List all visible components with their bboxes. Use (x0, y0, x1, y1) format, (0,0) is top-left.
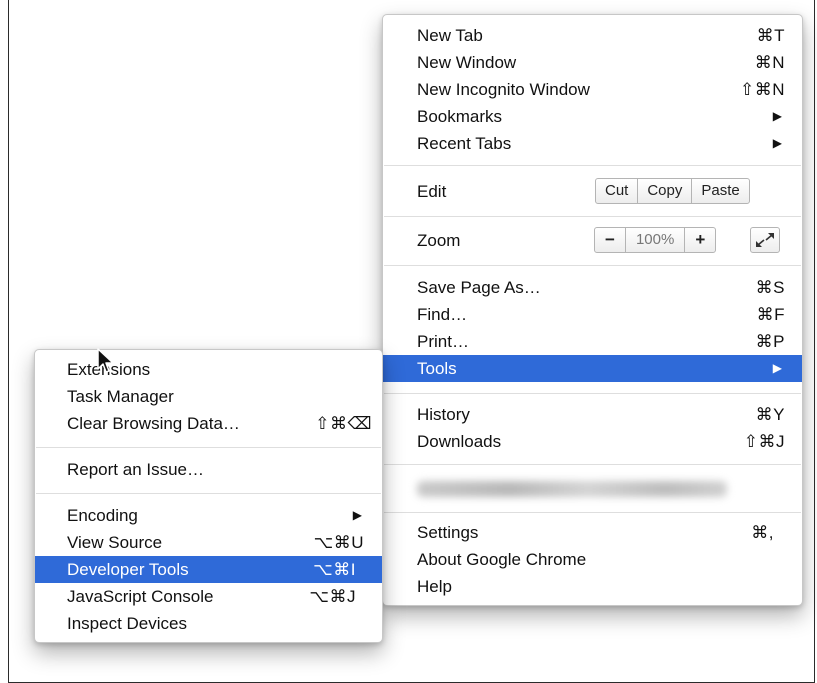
menu-separator (36, 493, 381, 494)
submenu-arrow-icon: ▶ (772, 136, 782, 150)
menu-item-inspect-devices[interactable]: Inspect Devices (35, 610, 382, 637)
menu-item-help[interactable]: Help (383, 573, 802, 600)
menu-item-label: New Window (417, 53, 517, 72)
menu-item-recent-tabs[interactable]: Recent Tabs ▶ (383, 130, 802, 157)
menu-item-label: Help (417, 577, 452, 596)
menu-item-label: Downloads (417, 432, 502, 451)
menu-item-label: Find… (417, 305, 468, 324)
menu-item-new-tab[interactable]: New Tab ⌘T (383, 22, 802, 49)
menu-item-new-incognito-window[interactable]: New Incognito Window ⇧⌘N (383, 76, 802, 103)
menu-item-shortcut: ⇧⌘⌫ (315, 414, 372, 433)
fullscreen-button[interactable] (750, 227, 780, 253)
menu-item-shortcut: ⌥⌘U (313, 533, 364, 552)
menu-item-clear-browsing-data[interactable]: Clear Browsing Data… ⇧⌘⌫ (35, 410, 382, 437)
menu-item-extensions[interactable]: Extensions (35, 356, 382, 383)
menu-item-label: New Incognito Window (417, 80, 590, 99)
zoom-level: 100% (626, 228, 686, 252)
mouse-cursor-icon (97, 348, 114, 373)
fullscreen-icon (756, 233, 774, 247)
menu-item-label: Task Manager (67, 387, 174, 406)
menu-item-label: Tools (417, 359, 457, 378)
menu-separator (384, 512, 801, 513)
paste-button[interactable]: Paste (692, 179, 748, 203)
menu-item-label: Save Page As… (417, 278, 541, 297)
menu-item-shortcut: ⇧⌘N (739, 80, 785, 99)
submenu-arrow-icon: ▶ (352, 508, 362, 522)
menu-item-shortcut: ⌘N (754, 53, 785, 72)
menu-item-shortcut: ⌘T (756, 26, 785, 45)
menu-item-bookmarks[interactable]: Bookmarks ▶ (383, 103, 802, 130)
menu-item-zoom: Zoom (383, 227, 802, 254)
chrome-main-menu: New Tab ⌘T New Window ⌘N New Incognito W… (382, 14, 803, 606)
submenu-arrow-icon: ▶ (772, 361, 782, 375)
menu-item-shortcut: ⌘, (751, 523, 774, 542)
menu-item-label: JavaScript Console (67, 587, 214, 606)
menu-item-label: Developer Tools (67, 560, 189, 579)
menu-item-label: Report an Issue… (67, 460, 205, 479)
menu-separator (384, 165, 801, 166)
menu-item-task-manager[interactable]: Task Manager (35, 383, 382, 410)
menu-item-settings[interactable]: Settings ⌘, (383, 519, 802, 546)
menu-separator (36, 447, 381, 448)
menu-item-label: Encoding (67, 506, 138, 525)
menu-item-print[interactable]: Print… ⌘P (383, 328, 802, 355)
zoom-control-group: − 100% + (594, 227, 717, 253)
menu-item-shortcut: ⌥⌘J (309, 587, 356, 606)
menu-item-label: View Source (67, 533, 163, 552)
menu-separator (384, 216, 801, 217)
menu-item-report-an-issue[interactable]: Report an Issue… (35, 456, 382, 483)
menu-item-history[interactable]: History ⌘Y (383, 401, 802, 428)
menu-item-label: Recent Tabs (417, 134, 512, 153)
menu-item-shortcut: ⌘Y (755, 405, 785, 424)
menu-item-label: Edit (417, 182, 447, 201)
menu-item-tools[interactable]: Tools ▶ (383, 355, 802, 382)
menu-item-label: Zoom (417, 231, 461, 250)
menu-item-view-source[interactable]: View Source ⌥⌘U (35, 529, 382, 556)
menu-item-shortcut: ⌘F (756, 305, 785, 324)
menu-item-label: About Google Chrome (417, 550, 587, 569)
menu-item-label: New Tab (417, 26, 483, 45)
menu-separator (384, 265, 801, 266)
menu-separator (384, 464, 801, 465)
menu-item-label: Clear Browsing Data… (67, 414, 240, 433)
menu-item-shortcut: ⌘P (755, 332, 785, 351)
menu-item-about-google-chrome[interactable]: About Google Chrome (383, 546, 802, 573)
menu-item-new-window[interactable]: New Window ⌘N (383, 49, 802, 76)
menu-item-label: Inspect Devices (67, 614, 187, 633)
zoom-in-button[interactable]: + (685, 228, 715, 252)
menu-item-shortcut: ⌘S (755, 278, 785, 297)
menu-item-label: History (417, 405, 470, 424)
submenu-arrow-icon: ▶ (772, 109, 782, 123)
tools-submenu: Extensions Task Manager Clear Browsing D… (34, 349, 383, 643)
menu-item-find[interactable]: Find… ⌘F (383, 301, 802, 328)
menu-item-label: Print… (417, 332, 469, 351)
menu-item-downloads[interactable]: Downloads ⇧⌘J (383, 428, 802, 455)
zoom-out-button[interactable]: − (595, 228, 626, 252)
copy-button[interactable]: Copy (638, 179, 693, 203)
cut-button[interactable]: Cut (596, 179, 639, 203)
menu-item-shortcut: ⇧⌘J (743, 432, 785, 451)
menu-item-label: Bookmarks (417, 107, 503, 126)
menu-item-javascript-console[interactable]: JavaScript Console ⌥⌘J (35, 583, 382, 610)
menu-separator (384, 393, 801, 394)
menu-item-developer-tools[interactable]: Developer Tools ⌥⌘I (35, 556, 382, 583)
signed-in-account-blurred[interactable] (417, 481, 727, 497)
menu-item-shortcut: ⌥⌘I (313, 560, 356, 579)
menu-item-save-page-as[interactable]: Save Page As… ⌘S (383, 274, 802, 301)
edit-button-group: Cut Copy Paste (595, 178, 750, 204)
menu-item-label: Settings (417, 523, 479, 542)
menu-item-encoding[interactable]: Encoding ▶ (35, 502, 382, 529)
